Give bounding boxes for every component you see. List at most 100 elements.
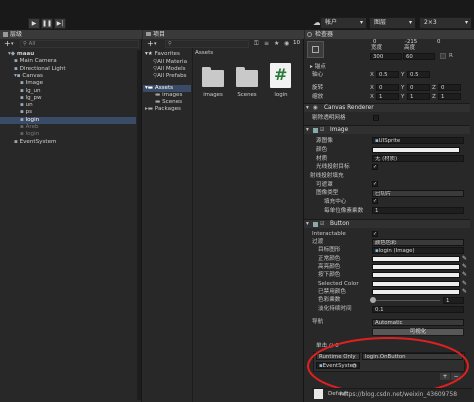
hierarchy-item[interactable]: ▪ login <box>0 116 136 124</box>
rotation-y-field[interactable]: 0 <box>407 84 430 91</box>
button-enabled-checkbox[interactable]: ☑ <box>320 221 324 227</box>
layout-dropdown[interactable]: 2×3 ▾ <box>419 17 472 29</box>
eyedropper-icon[interactable]: ✎ <box>462 288 467 295</box>
anchor-label[interactable]: ▸ 锚点 <box>310 63 326 71</box>
filter-icon[interactable]: ≡ <box>264 40 269 47</box>
project-search-input[interactable]: ⚲ <box>165 40 249 48</box>
assets-row[interactable]: ▾▬ Assets <box>143 85 191 92</box>
color-swatch[interactable] <box>372 264 460 271</box>
eye-icon[interactable]: ◉ <box>284 40 289 47</box>
pivot-x-field[interactable]: 0.5 <box>376 71 399 78</box>
hierarchy-item[interactable]: ▪ Directional Light <box>0 66 136 73</box>
pivot-y-field[interactable]: 0.5 <box>407 71 430 78</box>
image-enabled-checkbox[interactable]: ☑ <box>320 127 324 133</box>
blueprint-icon[interactable] <box>440 53 446 59</box>
lock-icon[interactable]: ⚿ <box>254 40 259 48</box>
transition-dropdown[interactable]: 颜色色彩 <box>372 239 464 246</box>
favorite-item[interactable]: ⚲All Materia <box>153 59 187 66</box>
color-swatch[interactable] <box>372 280 460 287</box>
scene-icon: ▾◆ <box>8 51 17 57</box>
add-icon[interactable]: + <box>4 40 11 48</box>
assets-child-label: Scenes <box>162 99 183 105</box>
add-icon[interactable]: + <box>147 40 154 48</box>
hierarchy-item-label: Image <box>25 80 44 87</box>
width-field[interactable]: 300 <box>370 53 402 60</box>
cull-checkbox[interactable] <box>373 115 379 121</box>
pause-button[interactable]: ❚❚ <box>41 18 53 29</box>
hierarchy-item[interactable]: ▪ ps <box>0 109 136 116</box>
image-type-dropdown[interactable]: 已切片 <box>372 190 464 197</box>
account-dropdown[interactable]: 帐户 ▾ <box>320 17 367 29</box>
eyedropper-icon[interactable]: ✎ <box>462 264 467 270</box>
hierarchy-item[interactable]: ▪ login <box>0 131 136 138</box>
favorite-item[interactable]: ⚲All Prefabs <box>153 73 187 80</box>
color-row-label: 按下颜色 <box>318 272 341 279</box>
play-button[interactable]: ▶ <box>28 18 40 29</box>
image-field-label: 光线投射目标 <box>316 164 350 170</box>
color-swatch[interactable] <box>372 256 460 262</box>
hierarchy-item[interactable]: ▪ EventSystem <box>0 139 136 146</box>
raw-edit-icon[interactable]: R <box>449 53 456 59</box>
chevron-down-icon[interactable]: ▾ <box>154 41 157 47</box>
hierarchy-scrollbar[interactable] <box>137 50 141 400</box>
hierarchy-search-input[interactable]: ⚲ All <box>20 40 139 48</box>
image-header[interactable]: ▾ ☑ Image <box>304 125 470 134</box>
fill-center-checkbox[interactable]: ✓ <box>372 198 378 204</box>
target-graphic-field[interactable]: ▪login (Image) <box>372 247 464 254</box>
rotation-x-field[interactable]: 0 <box>376 84 399 91</box>
material-field[interactable]: 无 (材质) <box>372 155 464 162</box>
folder-icon[interactable] <box>202 67 224 87</box>
multiplier-field[interactable]: 1 <box>443 297 464 304</box>
favorites-row[interactable]: ▾★ Favorites <box>145 51 180 58</box>
folder-icon[interactable] <box>236 67 258 87</box>
button-header[interactable]: ▾ ☑ Button <box>304 219 470 228</box>
eyedropper-icon[interactable]: ✎ <box>462 280 467 287</box>
rotation-z-field[interactable]: 0 <box>438 84 461 91</box>
script-icon[interactable]: # <box>270 63 291 88</box>
height-field[interactable]: 60 <box>403 53 435 60</box>
color-swatch[interactable] <box>372 272 460 279</box>
hierarchy-item[interactable]: ▪ un <box>0 102 136 109</box>
fade-duration-field[interactable]: 0.1 <box>372 306 464 313</box>
layers-label: 图层 <box>374 19 387 26</box>
multiplier-slider-thumb[interactable] <box>370 297 376 303</box>
hierarchy-tab-label: 层级 <box>10 31 23 38</box>
hierarchy-item[interactable]: ▾◆ maau <box>0 51 136 58</box>
packages-row[interactable]: ▸▬ Packages <box>145 106 181 113</box>
eyedropper-icon[interactable]: ✎ <box>462 256 467 262</box>
hierarchy-item[interactable]: ▪ Areb <box>0 124 136 131</box>
scale-x-field[interactable]: 1 <box>376 93 399 100</box>
layers-dropdown[interactable]: 图层 ▾ <box>369 17 416 29</box>
folder-tab-icon <box>146 32 151 36</box>
star-icon[interactable]: ★ <box>274 40 279 47</box>
hierarchy-item[interactable]: ▪ lg_un <box>0 88 136 95</box>
hierarchy-item[interactable]: ▪ lg_pw <box>0 95 136 102</box>
pixels-per-unit-field[interactable]: 1 <box>372 207 464 214</box>
hierarchy-panel: 层级 + ▾ ⚲ All ▾◆ maau ▪ Main Camera ▪ Direc… <box>0 30 142 402</box>
step-button[interactable]: ▶| <box>54 18 66 29</box>
raycast-target-checkbox[interactable]: ✓ <box>372 164 378 170</box>
image-color-swatch[interactable] <box>372 147 460 153</box>
navigation-dropdown[interactable]: Automatic <box>372 319 464 326</box>
favorite-item[interactable]: ⚲All Models <box>153 66 186 73</box>
assets-breadcrumb[interactable]: Assets <box>195 50 213 57</box>
source-image-field[interactable]: ▪UISprite <box>372 137 464 144</box>
hierarchy-item[interactable]: ▾▪ Canvas <box>0 73 136 80</box>
color-swatch[interactable] <box>372 288 460 295</box>
folder-icon: ▾▬ <box>145 85 155 91</box>
scale-z-field[interactable]: 1 <box>438 93 461 100</box>
chevron-down-icon[interactable]: ▾ <box>11 41 14 47</box>
multiplier-slider-track[interactable] <box>374 300 440 301</box>
hierarchy-item[interactable]: ▪ Image <box>0 80 136 87</box>
maskable-checkbox[interactable]: ✓ <box>372 181 378 187</box>
scale-y-field[interactable]: 1 <box>407 93 430 100</box>
eyedropper-icon[interactable]: ✎ <box>462 272 467 278</box>
canvas-renderer-header[interactable]: ▾ ◉ Canvas Renderer <box>304 103 470 112</box>
anchor-preset-button[interactable] <box>307 41 324 58</box>
interactable-checkbox[interactable]: ✓ <box>372 231 378 237</box>
assets-child-row[interactable]: ▬ Scenes <box>155 99 182 106</box>
assets-label: Assets <box>154 85 174 91</box>
pos-z-field[interactable]: 0 <box>435 39 466 46</box>
hierarchy-item[interactable]: ▪ Main Camera <box>0 58 136 65</box>
assets-child-row[interactable]: ▬ images <box>155 92 182 99</box>
